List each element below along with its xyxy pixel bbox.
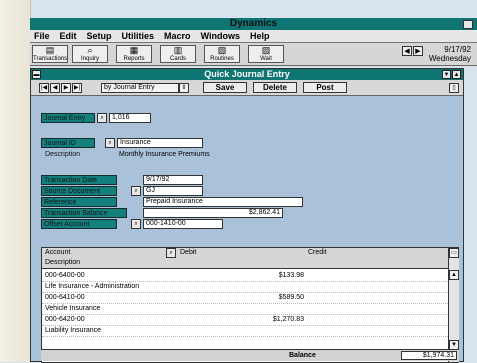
- transactions-button[interactable]: ▤ Transactions: [32, 45, 68, 63]
- menu-file[interactable]: File: [30, 30, 56, 42]
- journal-entry-lookup-icon[interactable]: ⌕: [97, 113, 107, 123]
- reference-label: Reference: [41, 197, 117, 207]
- journal-lines-grid: Account ⌕ Debit Credit Description 000-6…: [41, 247, 459, 363]
- post-button[interactable]: Post: [303, 82, 347, 93]
- source-document-field[interactable]: GJ: [143, 186, 203, 196]
- source-document-lookup-icon[interactable]: ⌕: [131, 186, 141, 196]
- reference-field[interactable]: Prepaid Insurance: [143, 197, 303, 207]
- next-date-button[interactable]: ▶: [413, 46, 423, 56]
- offset-account-lookup-icon[interactable]: ⌕: [131, 219, 141, 229]
- last-record-button[interactable]: ▶|: [72, 83, 82, 93]
- transaction-date-field[interactable]: 9/17/92: [143, 175, 203, 185]
- first-record-button[interactable]: |◀: [39, 83, 49, 93]
- date-display: 9/17/92 Wednesday: [429, 45, 471, 63]
- credit-column-header: Credit: [308, 249, 327, 256]
- row-debit: $589.50: [278, 294, 304, 301]
- description-column-header: Description: [45, 259, 81, 266]
- maximize-window-icon[interactable]: ▲: [452, 70, 461, 79]
- inquiry-button[interactable]: ⌕ Inquiry: [72, 45, 108, 63]
- description-label: Description: [45, 151, 81, 158]
- offset-account-label: Offset Account: [41, 219, 117, 229]
- row-account: 000-6420-00: [45, 316, 85, 323]
- menu-setup[interactable]: Setup: [83, 30, 118, 42]
- prev-date-button[interactable]: ◀: [402, 46, 412, 56]
- previous-record-button[interactable]: ◀: [50, 83, 60, 93]
- journal-entry-label: Journal Entry: [41, 113, 95, 123]
- reports-icon: ▦: [129, 45, 139, 55]
- balance-value: $1,974.31: [401, 351, 457, 360]
- row-account: Vehicle Insurance: [45, 305, 101, 312]
- wait-button[interactable]: ▨ Wait: [248, 45, 284, 63]
- account-column-header: Account: [45, 249, 71, 256]
- menu-windows[interactable]: Windows: [197, 30, 246, 42]
- journal-id-label: Journal ID: [41, 138, 95, 148]
- scroll-up-icon[interactable]: ▲: [449, 270, 459, 280]
- window-menu-icon[interactable]: ▬: [32, 70, 41, 79]
- menu-utilities[interactable]: Utilities: [118, 30, 161, 42]
- browse-by-select[interactable]: by Journal Entry: [101, 83, 179, 93]
- transaction-date-label: Transaction Date: [41, 175, 117, 185]
- row-debit: $1,270.83: [272, 316, 304, 323]
- row-account: Liability Insurance: [45, 327, 102, 334]
- current-day: Wednesday: [428, 54, 471, 63]
- wait-icon: ▨: [261, 45, 271, 55]
- menu-help[interactable]: Help: [246, 30, 276, 42]
- source-document-label: Source Document: [41, 186, 117, 196]
- transactions-icon: ▤: [45, 45, 55, 55]
- transaction-balance-field: $2,862.41: [143, 208, 283, 218]
- app-title: Dynamics: [229, 18, 278, 29]
- menu-macro[interactable]: Macro: [160, 30, 197, 42]
- window-titlebar: ▬ Quick Journal Entry ▼ ▲: [31, 69, 463, 80]
- balance-bar: Balance $1,974.31: [41, 349, 459, 361]
- current-date: 9/17/92: [444, 45, 471, 54]
- routines-button[interactable]: ▧ Routines: [204, 45, 240, 63]
- grid-subheader-row: Description: [42, 258, 448, 269]
- minimize-icon[interactable]: [463, 20, 473, 29]
- row-account: Life Insurance - Administration: [45, 283, 140, 290]
- expand-rows-icon[interactable]: ▭: [449, 248, 459, 258]
- routines-icon: ▧: [217, 45, 227, 55]
- delete-button[interactable]: Delete: [253, 82, 297, 93]
- row-account: 000-6400-00: [45, 272, 85, 279]
- cards-icon: ▥: [173, 45, 183, 55]
- cards-button[interactable]: ▥ Cards: [160, 45, 196, 63]
- sort-toggle-icon[interactable]: ⇕: [179, 83, 189, 93]
- debit-column-header: Debit: [180, 249, 197, 256]
- row-debit: $133.98: [278, 272, 304, 279]
- note-icon[interactable]: ▯: [449, 83, 459, 93]
- main-toolbar: ▤ Transactions ⌕ Inquiry ▦ Reports ▥ Car…: [30, 43, 477, 66]
- menu-bar: File Edit Setup Utilities Macro Windows …: [30, 30, 477, 43]
- window-title: Quick Journal Entry: [204, 69, 290, 79]
- minimize-window-icon[interactable]: ▼: [442, 70, 451, 79]
- account-lookup-icon[interactable]: ⌕: [166, 248, 176, 258]
- window-toolbar: |◀ ◀ ▶ ▶| by Journal Entry ⇕ Save Delete…: [31, 80, 463, 96]
- journal-id-field[interactable]: Insurance: [117, 138, 203, 148]
- reports-button[interactable]: ▦ Reports: [116, 45, 152, 63]
- journal-entry-field[interactable]: 1,016: [109, 113, 151, 123]
- inquiry-icon: ⌕: [87, 45, 93, 55]
- grid-scrollbar[interactable]: ▭ ▲ ▼: [448, 248, 459, 362]
- app-titlebar: Dynamics: [30, 18, 477, 30]
- background-document-edge: [0, 0, 31, 362]
- table-row[interactable]: Liability Insurance: [42, 325, 448, 337]
- description-value: Monthly Insurance Premiums: [119, 151, 210, 158]
- quick-journal-entry-window: ▬ Quick Journal Entry ▼ ▲ |◀ ◀ ▶ ▶| by J…: [30, 68, 464, 363]
- row-account: 000-6410-00: [45, 294, 85, 301]
- save-button[interactable]: Save: [203, 82, 247, 93]
- balance-label: Balance: [289, 352, 316, 359]
- offset-account-field[interactable]: 000-1410-00: [143, 219, 223, 229]
- menu-edit[interactable]: Edit: [56, 30, 83, 42]
- journal-id-lookup-icon[interactable]: ⌕: [105, 138, 115, 148]
- transaction-balance-label: Transaction Balance: [41, 208, 127, 218]
- next-record-button[interactable]: ▶: [61, 83, 71, 93]
